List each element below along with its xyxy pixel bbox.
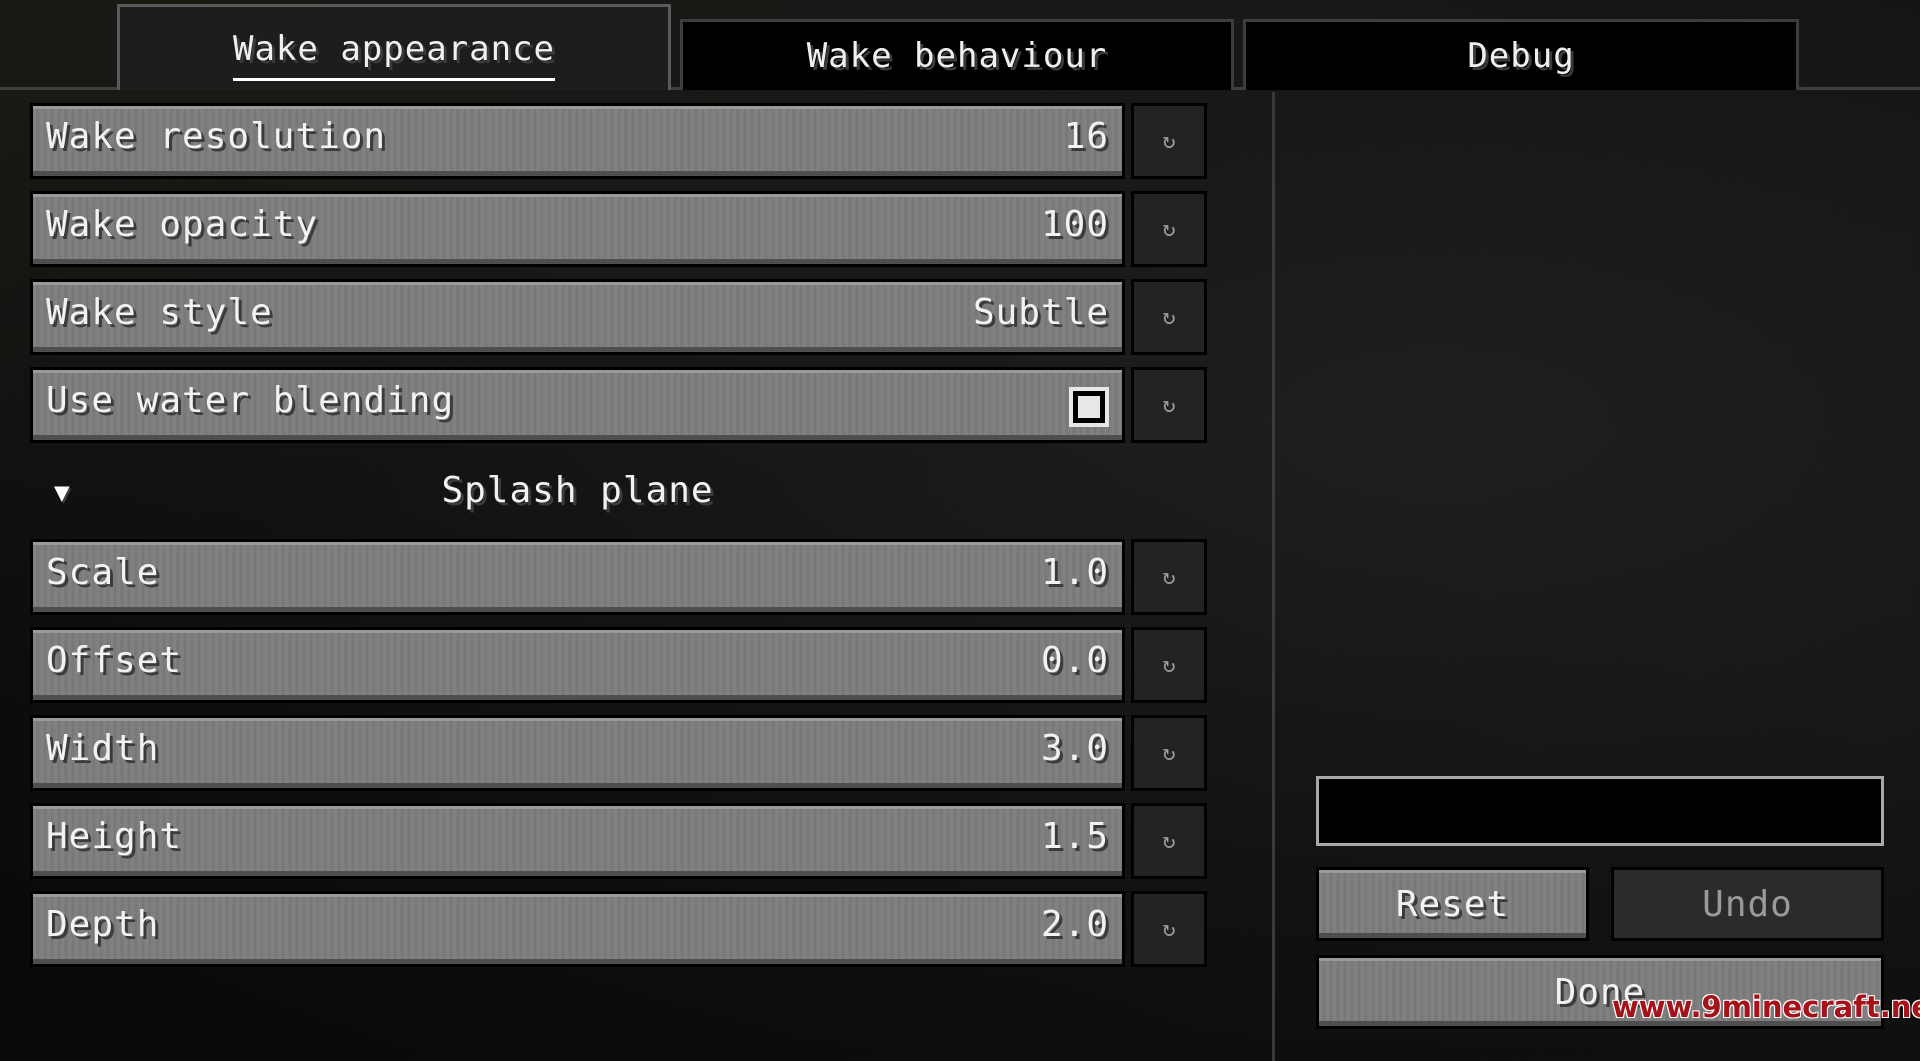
option-value: 3.0	[1040, 728, 1109, 769]
reset-offset-button[interactable]: ↻	[1131, 627, 1207, 703]
option-value: Subtle	[972, 292, 1109, 333]
depth-slider[interactable]: Depth 2.0	[30, 891, 1125, 967]
option-label: Use water blending	[46, 380, 455, 421]
reset-depth-button[interactable]: ↻	[1131, 891, 1207, 967]
tab-bar: Wake appearance Wake behaviour Debug	[0, 0, 1920, 90]
option-label: Depth	[46, 904, 160, 945]
reset-icon: ↻	[1162, 392, 1176, 418]
option-row-use-water-blending: Use water blending ↻	[30, 367, 1207, 445]
checkbox[interactable]	[1069, 387, 1109, 427]
option-label: Offset	[46, 640, 183, 681]
reset-wake-resolution-button[interactable]: ↻	[1131, 103, 1207, 179]
option-label: Wake style	[46, 292, 273, 333]
reset-height-button[interactable]: ↻	[1131, 803, 1207, 879]
reset-scale-button[interactable]: ↻	[1131, 539, 1207, 615]
reset-width-button[interactable]: ↻	[1131, 715, 1207, 791]
use-water-blending-toggle[interactable]: Use water blending	[30, 367, 1125, 443]
reset-wake-style-button[interactable]: ↻	[1131, 279, 1207, 355]
option-label: Height	[46, 816, 183, 857]
reset-button[interactable]: Reset	[1316, 867, 1589, 941]
tab-wake-appearance[interactable]: Wake appearance	[117, 4, 671, 90]
option-row-depth: Depth 2.0 ↻	[30, 891, 1207, 969]
offset-slider[interactable]: Offset 0.0	[30, 627, 1125, 703]
option-value: 16	[1063, 116, 1109, 157]
reset-wake-opacity-button[interactable]: ↻	[1131, 191, 1207, 267]
tab-label: Wake appearance	[232, 29, 556, 81]
undo-button[interactable]: Undo	[1611, 867, 1884, 941]
option-value: 1.0	[1040, 552, 1109, 593]
watermark: www.9minecraft.net	[1612, 990, 1920, 1024]
reset-icon: ↻	[1162, 828, 1176, 854]
option-row-scale: Scale 1.0 ↻	[30, 539, 1207, 617]
option-value: 2.0	[1040, 904, 1109, 945]
option-label: Wake opacity	[46, 204, 319, 245]
option-value: 1.5	[1040, 816, 1109, 857]
wake-opacity-slider[interactable]: Wake opacity 100	[30, 191, 1125, 267]
undo-button-label: Undo	[1702, 883, 1793, 925]
wake-style-button[interactable]: Wake style Subtle	[30, 279, 1125, 355]
option-row-wake-resolution: Wake resolution 16 ↻	[30, 103, 1207, 181]
scale-slider[interactable]: Scale 1.0	[30, 539, 1125, 615]
option-row-wake-style: Wake style Subtle ↻	[30, 279, 1207, 357]
width-slider[interactable]: Width 3.0	[30, 715, 1125, 791]
option-row-wake-opacity: Wake opacity 100 ↻	[30, 191, 1207, 269]
tab-debug[interactable]: Debug	[1243, 19, 1799, 90]
reset-use-water-blending-button[interactable]: ↻	[1131, 367, 1207, 443]
option-value: 100	[1040, 204, 1109, 245]
reset-button-label: Reset	[1395, 883, 1510, 925]
wake-resolution-slider[interactable]: Wake resolution 16	[30, 103, 1125, 179]
reset-icon: ↻	[1162, 916, 1176, 942]
option-row-width: Width 3.0 ↻	[30, 715, 1207, 793]
option-row-offset: Offset 0.0 ↻	[30, 627, 1207, 705]
search-input[interactable]	[1316, 776, 1884, 846]
height-slider[interactable]: Height 1.5	[30, 803, 1125, 879]
list-divider	[1272, 92, 1275, 1061]
reset-icon: ↻	[1162, 304, 1176, 330]
tab-label: Debug	[1467, 36, 1575, 76]
option-row-height: Height 1.5 ↻	[30, 803, 1207, 881]
reset-icon: ↻	[1162, 740, 1176, 766]
reset-icon: ↻	[1162, 128, 1176, 154]
option-value: 0.0	[1040, 640, 1109, 681]
option-label: Width	[46, 728, 160, 769]
section-title: Splash plane	[441, 470, 714, 511]
reset-icon: ↻	[1162, 216, 1176, 242]
tab-wake-behaviour[interactable]: Wake behaviour	[680, 19, 1234, 90]
option-label: Scale	[46, 552, 160, 593]
section-header-splash-plane[interactable]: ▼ Splash plane	[30, 470, 1125, 520]
reset-icon: ↻	[1162, 652, 1176, 678]
tab-label: Wake behaviour	[806, 36, 1108, 76]
reset-icon: ↻	[1162, 564, 1176, 590]
option-label: Wake resolution	[46, 116, 387, 157]
